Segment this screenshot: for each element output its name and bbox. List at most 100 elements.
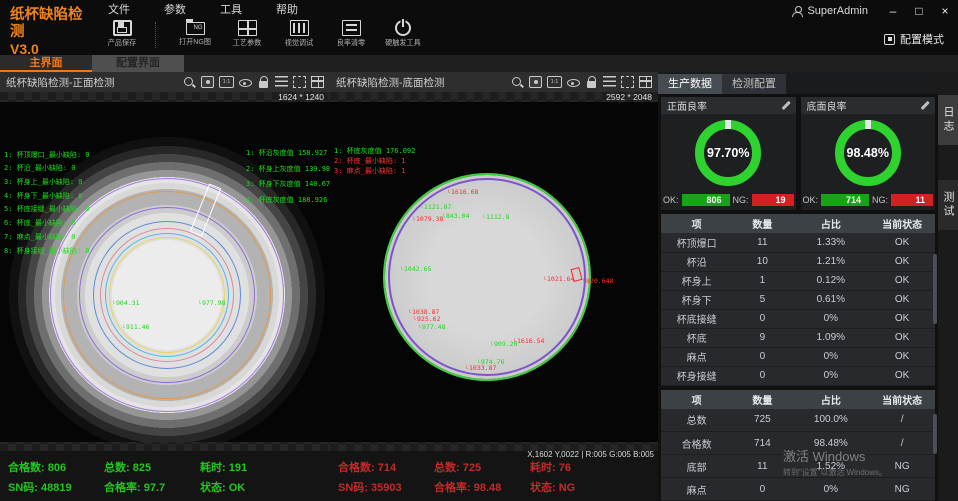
minimize-button[interactable]: – (880, 1, 906, 21)
grid-icon[interactable] (311, 76, 324, 88)
measure-label: 1079.38 (412, 215, 443, 223)
gray-value-label: 2: 杯身上灰度值 139.985 (246, 164, 330, 174)
table-row[interactable]: 总数725100.0%/ (661, 409, 935, 432)
ng-label: NG: (872, 195, 888, 205)
tab-test[interactable]: 测试 (938, 180, 958, 230)
grid-icon[interactable] (639, 76, 652, 88)
bottom-camera-image: 1: 杯底灰度值 176.092 2: 杯底_最小缺陷: 1 3: 麻点_最小缺… (330, 102, 658, 442)
scrollbar-thumb[interactable] (933, 254, 937, 324)
sort-icon[interactable] (275, 76, 288, 88)
measure-label: 1616.68 (447, 188, 478, 196)
ok-label: OK: (802, 195, 818, 205)
menubar: 文件 参数 工具 帮助 (96, 0, 808, 18)
close-button[interactable]: × (932, 1, 958, 21)
vision-debug-button[interactable]: 视觉调试 (273, 20, 325, 48)
front-resolution: 1624 * 1240 (278, 92, 324, 102)
measure-label: 977.98 (198, 299, 226, 307)
measure-label: 1616.54 (513, 337, 544, 345)
bottom-yield-title: 底面良率 (807, 98, 920, 113)
menu-help[interactable]: 帮助 (276, 1, 298, 17)
yield-reset-button[interactable]: 良率清零 (325, 20, 377, 48)
table-row[interactable]: 杯顶爆口111.33%OK (661, 233, 935, 252)
front-yield-card: 正面良率 97.70% OK: 806 NG: 19 (661, 97, 796, 210)
save-product-button[interactable]: 产品保存 (96, 20, 148, 48)
current-user: SuperAdmin (807, 5, 868, 17)
scrollbar-thumb[interactable] (933, 414, 937, 454)
bottom-status-bar: X,1602 Y,0022 | R:005 G:005 B:005 合格数: 7… (330, 451, 658, 501)
tab-production-data[interactable]: 生产数据 (658, 74, 722, 94)
table-row[interactable]: 杯身上10.12%OK (661, 271, 935, 290)
roi-icon[interactable] (621, 76, 634, 88)
eye-icon[interactable] (567, 79, 580, 87)
lock-icon[interactable] (585, 76, 598, 88)
toolbar: 产品保存 打开NG图 工艺参数 视觉调试 良率清零 (96, 18, 808, 55)
front-pass-rate: 合格率: 97.7 (96, 479, 192, 495)
gray-value-label: 4: 杯底灰度值 188.926 (246, 195, 327, 205)
maximize-button[interactable]: □ (906, 1, 932, 21)
front-ok-count: 806 (682, 194, 730, 206)
roi-icon[interactable] (293, 76, 306, 88)
bottom-state: 状态: NG (522, 479, 618, 495)
sort-icon[interactable] (603, 76, 616, 88)
hard-trigger-button[interactable]: 硬触发工具 (377, 20, 429, 48)
titlebar: 纸杯缺陷检测 V3.0 文件 参数 工具 帮助 产品保存 打开NG图 (0, 0, 958, 55)
config-mode-button[interactable]: 配置模式 (884, 31, 944, 47)
tab-config-interface[interactable]: 配置界面 (92, 55, 184, 72)
fit-view-icon[interactable] (529, 76, 542, 88)
menu-params[interactable]: 参数 (164, 1, 186, 17)
open-ng-image-button[interactable]: 打开NG图 (169, 20, 221, 47)
menu-file[interactable]: 文件 (108, 1, 130, 17)
table-row[interactable]: 底部111.52%NG (661, 455, 935, 478)
front-yield-title: 正面良率 (667, 98, 780, 113)
pixel-coords-readout: X,1602 Y,0022 | R:005 G:005 B:005 (527, 450, 654, 459)
lock-icon[interactable] (257, 76, 270, 88)
front-sn-code: SN码: 48819 (0, 479, 96, 495)
eye-icon[interactable] (239, 79, 252, 87)
table-row[interactable]: 杯底91.09%OK (661, 328, 935, 347)
fit-view-icon[interactable] (201, 76, 214, 88)
front-panel-title: 纸杯缺陷检测-正面检测 (6, 75, 178, 90)
ng-label: NG: (733, 195, 749, 205)
tab-main-interface[interactable]: 主界面 (0, 55, 92, 72)
one-to-one-icon[interactable]: 1:1 (547, 76, 562, 88)
totals-table: 项 数量 占比 当前状态 总数725100.0%/ 合格数71498.48%/ … (661, 390, 935, 501)
table-row[interactable]: 麻点00%OK (661, 347, 935, 366)
front-camera-image: 1: 杯顶爆口_最小缺陷: 0 2: 杯沿_最小缺陷: 0 3: 杯身上_最小缺… (0, 102, 330, 442)
one-to-one-icon[interactable]: 1:1 (219, 76, 234, 88)
menu-tools[interactable]: 工具 (220, 1, 242, 17)
bottom-image-viewport[interactable]: 2592 * 2048 1: 杯底灰度值 176.092 2: 杯底_最小缺陷:… (330, 92, 658, 451)
tab-log[interactable]: 日志 (938, 95, 958, 145)
production-data-panel: 生产数据 检测配置 正面良率 97.70% OK: (658, 72, 938, 501)
table-row[interactable]: 杯沿101.21%OK (661, 252, 935, 271)
table-row[interactable]: 合格数71498.48%/ (661, 432, 935, 455)
zoom-icon[interactable] (183, 76, 196, 88)
bottom-resolution: 2592 * 2048 (606, 92, 652, 102)
bottom-total-count: 总数: 725 (426, 459, 522, 475)
table-row[interactable]: 麻点00%NG (661, 478, 935, 501)
edit-icon[interactable] (919, 100, 929, 110)
tab-detection-config[interactable]: 检测配置 (722, 74, 786, 94)
front-image-viewport[interactable]: 1624 * 1240 1: 杯顶爆口_最小缺陷: 0 2: 杯沿_最小缺陷: … (0, 92, 330, 451)
save-icon (113, 20, 132, 36)
bottom-ng-count: 11 (891, 194, 933, 206)
gray-value-label: 1: 杯沿灰度值 158.927 (246, 148, 327, 158)
front-elapsed: 耗时: 191 (192, 459, 288, 475)
process-params-button[interactable]: 工艺参数 (221, 20, 273, 48)
vision-debug-icon (290, 20, 309, 36)
measure-label: 1121.87 (420, 203, 451, 211)
edit-icon[interactable] (780, 100, 790, 110)
app-title: 纸杯缺陷检测 (10, 7, 88, 41)
yield-reset-icon (342, 20, 361, 36)
toolbar-separator (155, 22, 169, 48)
table-row[interactable]: 杯身接缝00%OK (661, 366, 935, 385)
table-row[interactable]: 杯身下50.61%OK (661, 290, 935, 309)
front-total-count: 总数: 825 (96, 459, 192, 475)
table-row[interactable]: 杯底接缝00%OK (661, 309, 935, 328)
bottom-sn-code: SN码: 35903 (330, 479, 426, 495)
defect-min-label: 2: 杯沿_最小缺陷: 0 (4, 163, 76, 173)
zoom-icon[interactable] (511, 76, 524, 88)
bottom-yield-gauge: 98.48% (835, 120, 901, 186)
bottom-elapsed: 耗时: 76 (522, 459, 618, 475)
measure-label: 1042.65 (400, 265, 431, 273)
bottom-ok-count: 714 (821, 194, 869, 206)
